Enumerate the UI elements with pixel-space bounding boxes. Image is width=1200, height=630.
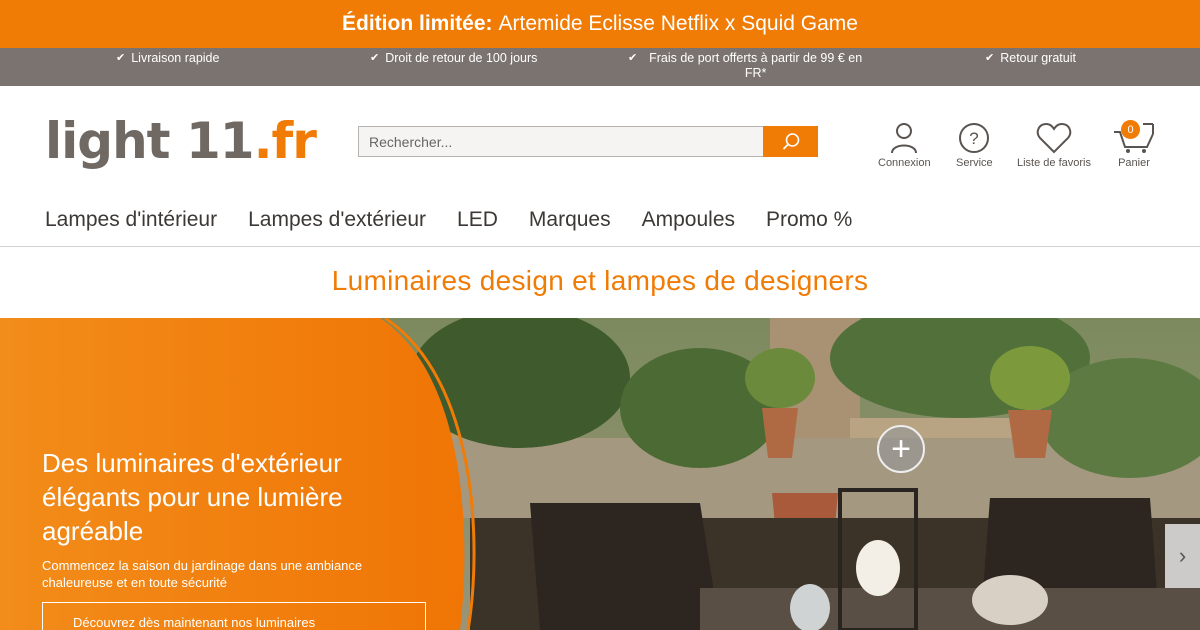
svg-text:?: ?: [970, 129, 979, 148]
cart-label: Panier: [1118, 157, 1150, 169]
nav-item-indoor-lamps[interactable]: Lampes d'intérieur: [45, 208, 217, 232]
nav-item-led[interactable]: LED: [457, 208, 498, 232]
heart-icon: [1036, 122, 1072, 154]
nav-item-bulbs[interactable]: Ampoules: [642, 208, 735, 232]
cart-link[interactable]: 0 Panier: [1113, 120, 1155, 169]
search-input[interactable]: [358, 126, 763, 157]
promo-banner[interactable]: Édition limitée: Artemide Eclisse Netfli…: [0, 0, 1200, 48]
search-bar: [358, 126, 818, 157]
usp-label: Livraison rapide: [131, 51, 220, 65]
site-header: light 11.fr Connexion ? Service Liste de…: [0, 86, 1200, 247]
search-icon: [782, 132, 799, 150]
hero-banner[interactable]: Des luminaires d'extérieur élégants pour…: [0, 318, 1200, 630]
plus-icon[interactable]: +: [877, 425, 925, 473]
check-icon: ✔: [370, 52, 380, 64]
usp-item: ✔ Frais de port offerts à partir de 99 €…: [628, 51, 868, 81]
page-tagline: Luminaires design et lampes de designers: [331, 265, 869, 296]
hero-subtitle: Commencez la saison du jardinage dans un…: [42, 558, 363, 590]
check-icon: ✔: [985, 52, 995, 64]
service-label: Service: [956, 157, 993, 169]
main-nav: Lampes d'intérieur Lampes d'extérieur LE…: [45, 208, 852, 232]
usp-label: Droit de retour de 100 jours: [385, 51, 538, 65]
promo-text: Artemide Eclisse Netflix x Squid Game: [498, 12, 858, 35]
usp-item: ✔ Droit de retour de 100 jours: [370, 51, 537, 66]
check-icon: ✔: [628, 52, 638, 64]
usp-item: ✔ Livraison rapide: [116, 51, 219, 66]
account-label: Connexion: [878, 157, 931, 169]
promo-bold-label: Édition limitée:: [342, 12, 493, 35]
hero-cta-button[interactable]: Découvrez dès maintenant nos luminaires: [42, 602, 426, 630]
nav-item-brands[interactable]: Marques: [529, 208, 611, 232]
search-button[interactable]: [763, 126, 818, 157]
usp-label: Frais de port offerts à partir de 99 € e…: [649, 51, 863, 80]
usp-bar: ✔ Livraison rapide ✔ Droit de retour de …: [0, 48, 1200, 86]
wishlist-label: Liste de favoris: [1017, 157, 1091, 169]
wishlist-link[interactable]: Liste de favoris: [1017, 122, 1091, 169]
help-icon: ?: [959, 123, 990, 153]
site-logo[interactable]: light 11.fr: [45, 112, 317, 170]
account-link[interactable]: Connexion: [878, 122, 931, 169]
nav-item-outdoor-lamps[interactable]: Lampes d'extérieur: [248, 208, 426, 232]
cart-count-badge: 0: [1121, 120, 1140, 139]
user-icon: [891, 123, 918, 154]
usp-label: Retour gratuit: [1000, 51, 1076, 65]
nav-item-promo[interactable]: Promo %: [766, 208, 852, 232]
logo-main: light 11: [45, 112, 255, 170]
service-link[interactable]: ? Service: [956, 122, 993, 169]
check-icon: ✔: [116, 52, 126, 64]
logo-tld: .fr: [253, 112, 317, 170]
usp-item: ✔ Retour gratuit: [985, 51, 1076, 66]
hero-title: Des luminaires d'extérieur élégants pour…: [42, 448, 343, 546]
chevron-right-icon[interactable]: ›: [1165, 524, 1200, 588]
